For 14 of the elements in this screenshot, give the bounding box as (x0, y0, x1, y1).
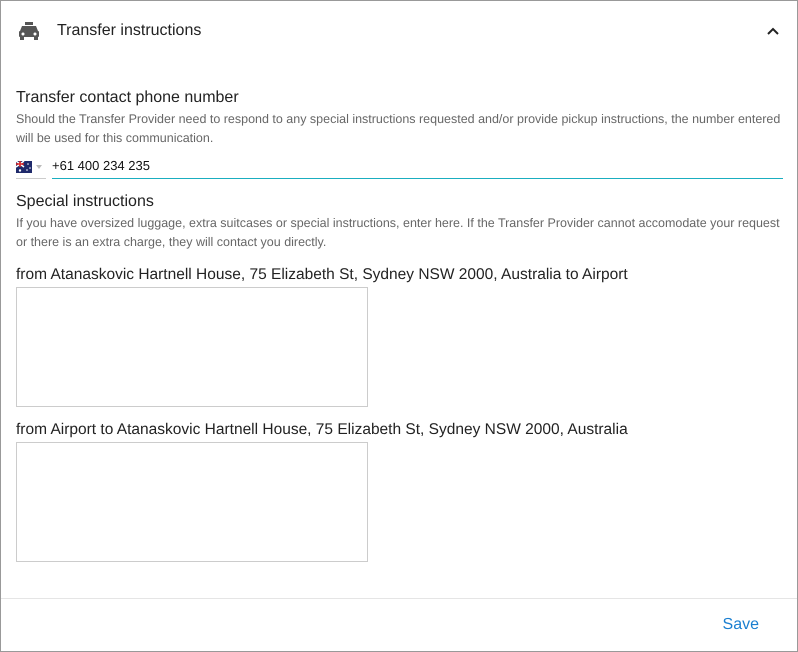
trip-label: from Airport to Atanaskovic Hartnell House, 75 Elizabeth St, Sydney NSW 2000, Australia (16, 421, 629, 439)
save-button[interactable]: Save (714, 610, 767, 640)
country-select[interactable] (16, 161, 46, 179)
section-description: Should the Transfer Provider need to respond to any special instructions requested and/or provide pickup instructions, the number entered will be used for this communication. (16, 111, 782, 147)
section-label: Special instructions (16, 193, 155, 211)
collapse-chevron-icon[interactable] (767, 27, 779, 35)
panel-title: Transfer instructions (57, 22, 202, 40)
trip-label: from Atanaskovic Hartnell House, 75 Elizabeth St, Sydney NSW 2000, Australia to Airport (16, 266, 629, 284)
phone-input[interactable]: +61 400 234 235 (52, 158, 783, 179)
section-label: Transfer contact phone number (16, 89, 240, 107)
section-description: If you have oversized luggage, extra suitcases or special instructions, enter here. If the Transfer Provider cannot accomodate your request or there is an extra charge, they will contact you directly. (16, 215, 781, 251)
car-icon (18, 22, 40, 40)
caret-icon (36, 165, 42, 169)
flag-icon (16, 161, 32, 173)
